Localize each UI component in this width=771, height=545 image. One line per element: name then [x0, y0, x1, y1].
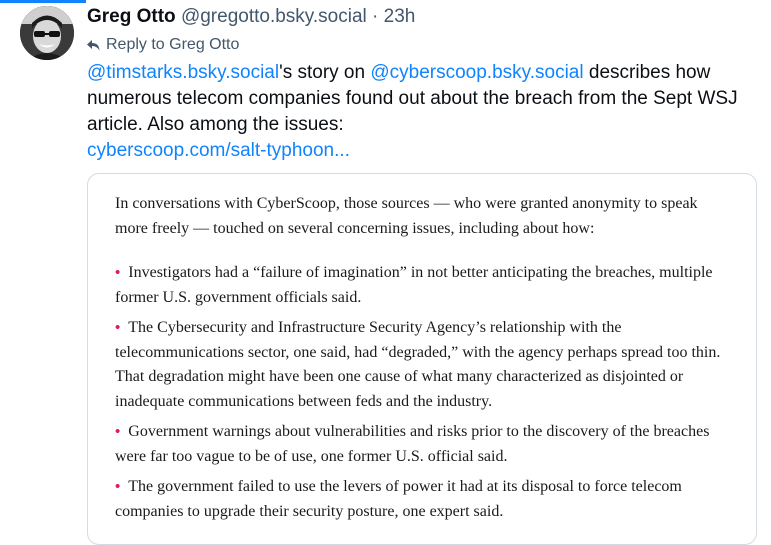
bullet-icon: •	[115, 423, 121, 440]
mention-timstarks[interactable]: @timstarks.bsky.social	[87, 62, 279, 83]
avatar[interactable]	[20, 6, 74, 60]
embedded-image[interactable]: In conversations with CyberScoop, those …	[87, 173, 757, 545]
post-timestamp[interactable]: 23h	[384, 6, 416, 27]
avatar-image	[20, 6, 74, 60]
list-item: • The Cybersecurity and Infrastructure Se…	[115, 316, 730, 414]
user-handle[interactable]: @gregotto.bsky.social	[181, 6, 367, 27]
bullet-text: Government warnings about vulnerabilitie…	[115, 423, 710, 465]
post: Greg Otto @gregotto.bsky.social · 23h Re…	[0, 0, 771, 545]
bullet-text: The government failed to use the levers …	[115, 478, 682, 520]
bullet-icon: •	[115, 319, 121, 336]
post-text-part1: 's story on	[279, 62, 371, 83]
list-item: • Government warnings about vulnerabiliti…	[115, 420, 730, 469]
article-bullet-list: • Investigators had a “failure of imagina…	[115, 261, 730, 524]
reply-arrow-icon	[87, 39, 100, 50]
article-link[interactable]: cyberscoop.com/salt-typhoon...	[87, 140, 350, 161]
bullet-icon: •	[115, 478, 121, 495]
reply-to-label: Reply to Greg Otto	[106, 36, 240, 53]
mention-cyberscoop[interactable]: @cyberscoop.bsky.social	[370, 62, 583, 83]
bullet-icon: •	[115, 264, 121, 281]
display-name[interactable]: Greg Otto	[87, 6, 176, 27]
bullet-text: The Cybersecurity and Infrastructure Sec…	[115, 319, 721, 410]
list-item: • Investigators had a “failure of imagina…	[115, 261, 730, 310]
separator-dot: ·	[372, 6, 379, 27]
list-item: • The government failed to use the levers…	[115, 475, 730, 524]
article-intro: In conversations with CyberScoop, those …	[115, 195, 698, 237]
post-header: Greg Otto @gregotto.bsky.social · 23h	[87, 6, 415, 28]
reply-to-indicator[interactable]: Reply to Greg Otto	[87, 36, 239, 54]
article-excerpt: In conversations with CyberScoop, those …	[115, 192, 730, 530]
bullet-text: Investigators had a “failure of imaginat…	[115, 264, 713, 306]
post-text: @timstarks.bsky.social's story on @cyber…	[87, 60, 757, 164]
